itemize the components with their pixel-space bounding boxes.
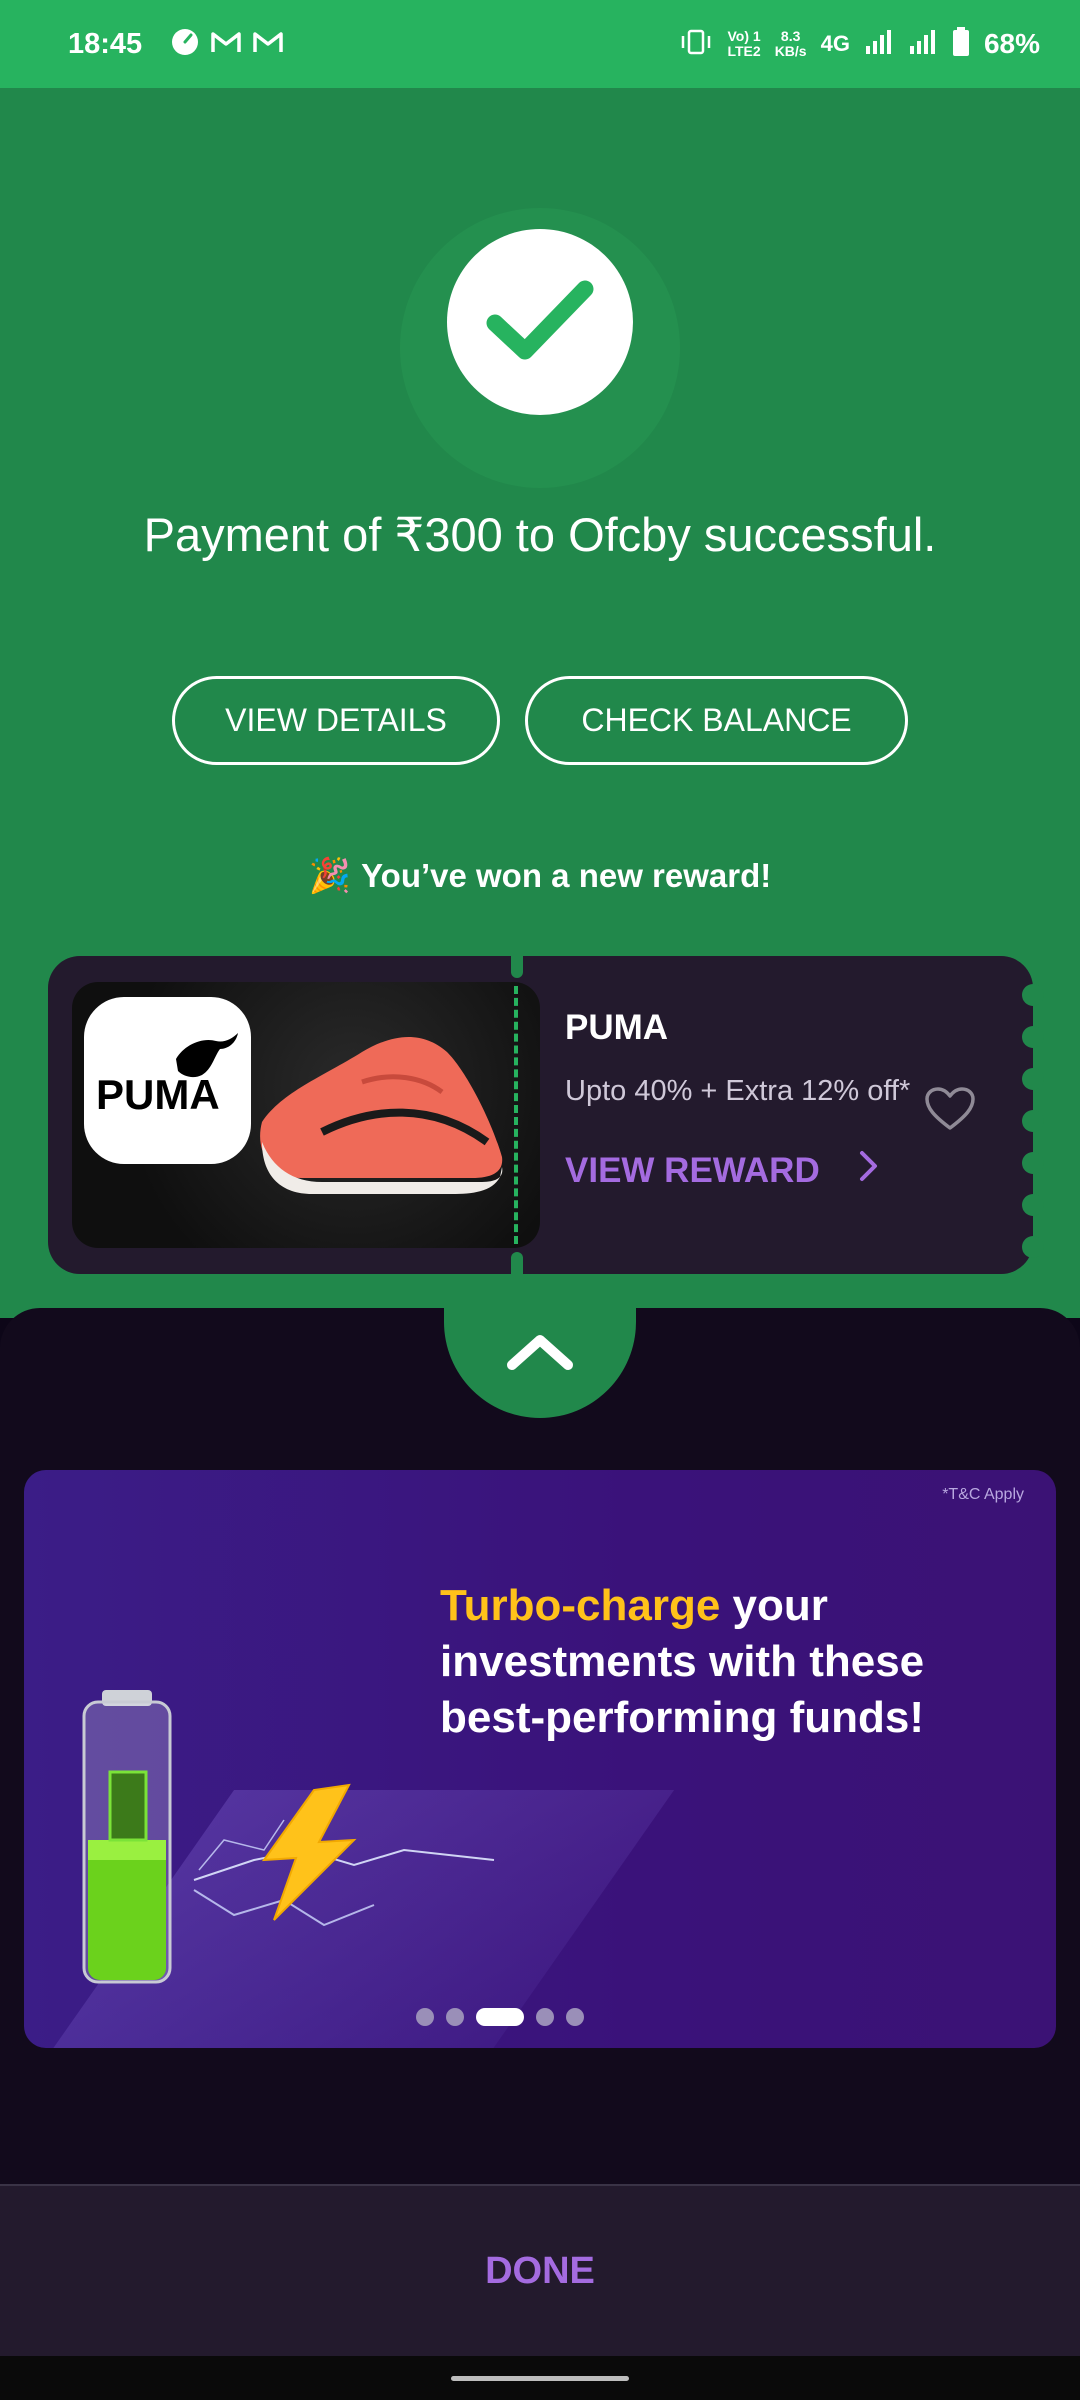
home-gesture-handle[interactable]	[451, 2376, 629, 2381]
heart-icon[interactable]	[924, 1086, 976, 1137]
ticket-scallop	[1022, 1110, 1044, 1132]
promo-banner[interactable]: *T&C Apply Turbo-charge your investments…	[24, 1470, 1056, 2048]
battery-icon	[952, 26, 970, 62]
gmail-icon	[252, 29, 284, 60]
view-reward-label: VIEW REWARD	[565, 1150, 820, 1190]
network-speed: 8.3 KB/s	[774, 28, 807, 59]
success-check-icon	[447, 229, 633, 415]
banner-headline-highlight: Turbo-charge	[440, 1581, 721, 1630]
check-balance-button[interactable]: CHECK BALANCE	[525, 676, 908, 765]
tnc-label: *T&C Apply	[942, 1486, 1024, 1503]
svg-text:PUMA: PUMA	[96, 1071, 220, 1118]
status-time: 18:45	[68, 27, 143, 60]
ticket-scallop	[1022, 1152, 1044, 1174]
battery-percent: 68%	[983, 28, 1040, 59]
reward-heading: 🎉 You’ve won a new reward!	[0, 856, 1080, 896]
carousel-dot[interactable]	[536, 2008, 554, 2026]
done-bar: DONE	[0, 2184, 1080, 2356]
reward-heading-text: You’ve won a new reward!	[361, 857, 772, 894]
carousel-dot[interactable]	[566, 2008, 584, 2026]
carousel-dot[interactable]	[416, 2008, 434, 2026]
reward-card[interactable]: PUMA PUMA Upto 40% + Extra 12% off* VIEW…	[48, 956, 1044, 1274]
signal-icon	[908, 28, 938, 61]
volte-indicator: Vo) 1 LTE2	[727, 28, 761, 59]
view-reward-button[interactable]: VIEW REWARD	[565, 1149, 880, 1192]
ticket-scallop	[1022, 1068, 1044, 1090]
reward-offer: Upto 40% + Extra 12% off*	[565, 1075, 911, 1107]
chevron-right-icon	[858, 1149, 880, 1192]
puma-logo: PUMA	[84, 997, 251, 1164]
gmail-icon	[210, 29, 242, 60]
status-bar: 18:45 Vo) 1 LTE2 8.3 KB/s 4G 68%	[0, 0, 1080, 88]
party-popper-icon: 🎉	[308, 857, 352, 895]
signal-icon	[864, 28, 894, 61]
view-details-button[interactable]: VIEW DETAILS	[172, 676, 500, 765]
reward-image: PUMA	[72, 982, 540, 1248]
system-nav-bar	[0, 2356, 1080, 2400]
done-button[interactable]: DONE	[479, 2249, 601, 2294]
carousel-dot[interactable]	[446, 2008, 464, 2026]
network-type: 4G	[820, 31, 850, 56]
vibrate-icon	[679, 28, 713, 61]
banner-headline: Turbo-charge your investments with these…	[440, 1578, 1000, 1746]
carousel-indicator	[24, 2008, 1056, 2026]
ticket-dashed-line	[514, 986, 518, 1244]
payment-success-area: Payment of ₹300 to Ofcby successful. VIE…	[0, 88, 1080, 1318]
reward-brand: PUMA	[565, 1008, 669, 1047]
ticket-scallop	[1022, 1236, 1044, 1258]
carousel-dot-active[interactable]	[476, 2008, 524, 2026]
payment-success-message: Payment of ₹300 to Ofcby successful.	[143, 508, 937, 561]
ticket-scallop	[1022, 984, 1044, 1006]
ticket-scallop	[1022, 1026, 1044, 1048]
battery-illustration	[82, 1690, 495, 1984]
ticket-scallop	[1022, 1194, 1044, 1216]
speedometer-icon	[170, 27, 200, 62]
chevron-up-icon	[505, 1332, 575, 1377]
